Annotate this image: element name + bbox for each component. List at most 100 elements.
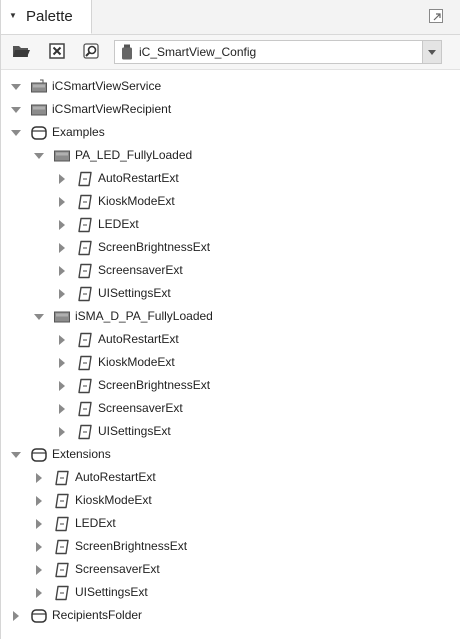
caret-down-icon[interactable]: ▼ xyxy=(9,11,17,20)
find-icon[interactable] xyxy=(81,41,101,61)
tree-item[interactable]: ScreenBrightnessExt xyxy=(1,236,460,259)
tree-item[interactable]: Examples xyxy=(1,121,460,144)
expand-toggle-open-icon[interactable] xyxy=(34,151,44,161)
ext-icon xyxy=(77,217,93,233)
ext-icon xyxy=(77,240,93,256)
expand-toggle-open-icon[interactable] xyxy=(34,312,44,322)
ext-icon xyxy=(54,562,70,578)
tree-item[interactable]: ScreenBrightnessExt xyxy=(1,374,460,397)
tree-item-label: ScreenBrightnessExt xyxy=(98,378,211,392)
tree-item[interactable]: RecipientsFolder xyxy=(1,604,460,627)
service-icon xyxy=(31,79,47,95)
tree-item-label: iSMA_D_PA_FullyLoaded xyxy=(75,309,213,323)
expand-toggle-closed-icon[interactable] xyxy=(57,243,67,253)
tree-item[interactable]: KioskModeExt xyxy=(1,190,460,213)
tree-item-label: AutoRestartExt xyxy=(98,332,179,346)
chevron-down-icon[interactable] xyxy=(422,41,441,63)
expand-toggle-closed-icon[interactable] xyxy=(57,197,67,207)
expand-toggle-closed-icon[interactable] xyxy=(34,542,44,552)
tree-item[interactable]: LEDExt xyxy=(1,213,460,236)
tree-item-label: UISettingsExt xyxy=(75,585,148,599)
tree-item[interactable]: AutoRestartExt xyxy=(1,167,460,190)
expand-toggle-closed-icon[interactable] xyxy=(57,266,67,276)
tree-item[interactable]: LEDExt xyxy=(1,512,460,535)
ext-icon xyxy=(77,401,93,417)
expand-toggle-closed-icon[interactable] xyxy=(34,496,44,506)
tree-item-label: KioskModeExt xyxy=(98,194,175,208)
tree-item[interactable]: KioskModeExt xyxy=(1,489,460,512)
tree-item[interactable]: UISettingsExt xyxy=(1,581,460,604)
tree-item-label: iCSmartViewRecipient xyxy=(52,102,172,116)
tree-item[interactable]: KioskModeExt xyxy=(1,351,460,374)
close-box-icon[interactable] xyxy=(47,41,67,61)
folder-icon xyxy=(31,608,47,624)
expand-toggle-closed-icon[interactable] xyxy=(57,358,67,368)
expand-toggle-closed-icon[interactable] xyxy=(57,381,67,391)
tree-item[interactable]: iCSmartViewRecipient xyxy=(1,98,460,121)
tree-item-label: RecipientsFolder xyxy=(52,608,143,622)
expand-toggle-closed-icon[interactable] xyxy=(34,519,44,529)
tree-item[interactable]: AutoRestartExt xyxy=(1,466,460,489)
ext-icon xyxy=(77,263,93,279)
expand-toggle-closed-icon[interactable] xyxy=(57,404,67,414)
expand-toggle-closed-icon[interactable] xyxy=(34,473,44,483)
tree-item-label: Extensions xyxy=(52,447,111,461)
expand-toggle-closed-icon[interactable] xyxy=(57,427,67,437)
ext-icon xyxy=(54,470,70,486)
tree-item-label: ScreensaverExt xyxy=(98,263,183,277)
tree-item[interactable]: ScreensaverExt xyxy=(1,397,460,420)
ext-icon xyxy=(54,516,70,532)
tree-item-label: LEDExt xyxy=(98,217,139,231)
tree-item[interactable]: UISettingsExt xyxy=(1,420,460,443)
expand-toggle-closed-icon[interactable] xyxy=(11,611,21,621)
tree-item-label: ScreenBrightnessExt xyxy=(98,240,211,254)
ext-icon xyxy=(77,424,93,440)
expand-toggle-closed-icon[interactable] xyxy=(34,588,44,598)
tree-item[interactable]: UISettingsExt xyxy=(1,282,460,305)
tree-item-label: KioskModeExt xyxy=(75,493,152,507)
jar-icon xyxy=(121,44,133,63)
ext-icon xyxy=(77,194,93,210)
folder-icon xyxy=(31,125,47,141)
tree-item-label: AutoRestartExt xyxy=(98,171,179,185)
tree-item[interactable]: PA_LED_FullyLoaded xyxy=(1,144,460,167)
expand-toggle-open-icon[interactable] xyxy=(11,82,21,92)
palette-toolbar: iC_SmartView_Config xyxy=(1,35,460,70)
tree-item[interactable]: AutoRestartExt xyxy=(1,328,460,351)
ext-icon xyxy=(77,378,93,394)
device-icon xyxy=(54,148,70,164)
tree-item-label: UISettingsExt xyxy=(98,286,171,300)
palette-tab[interactable]: ▼ Palette xyxy=(1,0,92,34)
expand-toggle-closed-icon[interactable] xyxy=(57,289,67,299)
expand-toggle-open-icon[interactable] xyxy=(11,450,21,460)
expand-toggle-closed-icon[interactable] xyxy=(57,220,67,230)
ext-icon xyxy=(54,585,70,601)
ext-icon xyxy=(77,355,93,371)
module-select-value: iC_SmartView_Config xyxy=(139,45,257,59)
tree-item-label: ScreenBrightnessExt xyxy=(75,539,188,553)
tree-item[interactable]: iSMA_D_PA_FullyLoaded xyxy=(1,305,460,328)
expand-toggle-closed-icon[interactable] xyxy=(34,565,44,575)
tree-item-label: KioskModeExt xyxy=(98,355,175,369)
tree-item-label: ScreensaverExt xyxy=(98,401,183,415)
ext-icon xyxy=(77,171,93,187)
panel-title: Palette xyxy=(26,8,73,25)
tree-item[interactable]: ScreensaverExt xyxy=(1,259,460,282)
folder-open-icon[interactable] xyxy=(11,41,31,61)
ext-icon xyxy=(77,332,93,348)
expand-toggle-open-icon[interactable] xyxy=(11,105,21,115)
maximize-icon[interactable] xyxy=(429,9,443,23)
expand-toggle-open-icon[interactable] xyxy=(11,128,21,138)
tree-item[interactable]: Extensions xyxy=(1,443,460,466)
expand-toggle-closed-icon[interactable] xyxy=(57,335,67,345)
ext-icon xyxy=(77,286,93,302)
module-select[interactable]: iC_SmartView_Config xyxy=(114,40,442,64)
device-icon xyxy=(31,102,47,118)
tree-item-label: LEDExt xyxy=(75,516,116,530)
tree-item[interactable]: ScreensaverExt xyxy=(1,558,460,581)
tree-item[interactable]: iCSmartViewService xyxy=(1,75,460,98)
folder-icon xyxy=(31,447,47,463)
tree-item-label: PA_LED_FullyLoaded xyxy=(75,148,193,162)
expand-toggle-closed-icon[interactable] xyxy=(57,174,67,184)
tree-item[interactable]: ScreenBrightnessExt xyxy=(1,535,460,558)
